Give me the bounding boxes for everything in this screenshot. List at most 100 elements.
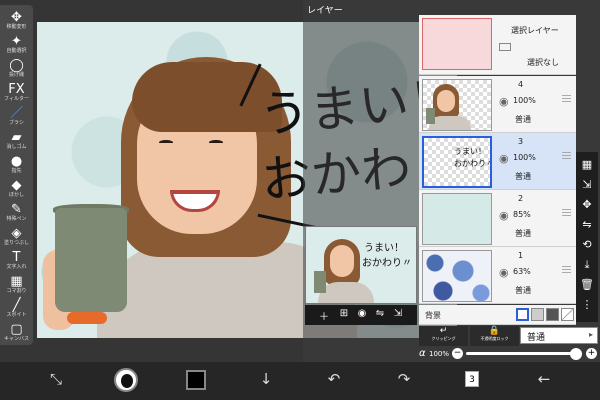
layer-merge-icon[interactable]: ⇲ bbox=[391, 308, 405, 319]
trash-icon[interactable]: 🗑 bbox=[576, 278, 598, 291]
eye-icon[interactable]: ◉ bbox=[499, 209, 509, 222]
tool-blur[interactable]: ◆ ぼかし bbox=[0, 179, 33, 198]
merge-down-icon[interactable]: ⤓ bbox=[576, 258, 598, 272]
drag-handle-icon[interactable] bbox=[562, 95, 571, 102]
brush-size-icon[interactable] bbox=[114, 368, 138, 392]
flip-icon[interactable]: ⇋ bbox=[576, 218, 598, 231]
blur-icon: ◆ bbox=[11, 178, 22, 193]
bg-dark-swatch[interactable] bbox=[546, 308, 559, 321]
transform-tool-icon[interactable]: ⤡ bbox=[44, 370, 68, 388]
alpha-minus-button[interactable]: − bbox=[452, 348, 463, 359]
tool-label: 投げ縄 bbox=[8, 72, 24, 78]
add-layer-icon[interactable]: ＋ bbox=[317, 308, 331, 323]
background-row[interactable]: 背景 bbox=[419, 305, 576, 325]
layer-flip-icon[interactable]: ⇋ bbox=[373, 308, 387, 319]
clipping-button[interactable]: ↵ クリッピング bbox=[419, 326, 468, 346]
layer-blend-mode: 普通 bbox=[515, 286, 531, 295]
eyedropper-icon: ╱ bbox=[12, 298, 21, 313]
layer-opacity: 100% bbox=[513, 153, 536, 162]
drag-handle-icon[interactable] bbox=[562, 209, 571, 216]
tool-smudge[interactable]: ● 指先 bbox=[0, 155, 33, 174]
tool-fill[interactable]: ◈ 塗りつぶし bbox=[0, 227, 33, 246]
canvas-wristband bbox=[67, 312, 107, 324]
layer-opacity: 85% bbox=[513, 210, 531, 219]
layer-thumbnail bbox=[422, 250, 492, 302]
selection-box-icon bbox=[499, 43, 511, 51]
blend-mode-value: 普通 bbox=[527, 333, 546, 343]
left-toolbar: ✥ 移動変形 ✦ 自動選択 ◯ 投げ縄 FX フィルター ／ブラシ ▰ 消しゴム ● 指先 ◆ ぼかし ✎ 特殊… bbox=[0, 5, 33, 345]
mini-preview: うまい！ おかわり〃 bbox=[305, 226, 417, 304]
eye-icon[interactable]: ◉ bbox=[499, 152, 509, 165]
tool-transform[interactable]: ✥ 移動変形 bbox=[0, 11, 33, 30]
canvas-icon: ▢ bbox=[10, 322, 23, 337]
add-layer-box-icon[interactable]: ⊞ bbox=[337, 308, 351, 319]
bg-checker-swatch[interactable] bbox=[531, 308, 544, 321]
move-icon[interactable]: ✥ bbox=[576, 198, 598, 211]
lock-icon: 🔒 bbox=[488, 326, 501, 336]
layers-count: 3 bbox=[469, 375, 475, 385]
fill-icon: ◈ bbox=[11, 226, 22, 241]
redo-icon[interactable]: ↷ bbox=[392, 370, 416, 388]
alpha-slider[interactable] bbox=[466, 348, 582, 360]
tool-brush[interactable]: ／ブラシ bbox=[0, 107, 33, 126]
selection-layer-row[interactable]: 選択レイヤー 選択なし bbox=[419, 15, 576, 75]
tool-label: 移動変形 bbox=[6, 24, 27, 30]
tool-label: ぼかし bbox=[8, 192, 24, 198]
eye-icon[interactable]: ◉ bbox=[499, 266, 509, 279]
download-icon[interactable]: ↓ bbox=[254, 370, 278, 388]
undo-icon[interactable]: ↶ bbox=[322, 370, 346, 388]
drag-handle-icon[interactable] bbox=[562, 152, 571, 159]
blend-mode-select[interactable]: 普通 ▸ bbox=[520, 327, 598, 344]
checker-icon[interactable]: ▦ bbox=[576, 158, 598, 171]
clipping-icon: ↵ bbox=[439, 326, 448, 336]
alpha-lock-button[interactable]: 🔒 不透明度ロック bbox=[470, 326, 519, 346]
layer-row-4[interactable]: 4 ◉ 100% 普通 bbox=[419, 76, 576, 133]
filter-icon: FX bbox=[8, 82, 25, 97]
bg-white-swatch[interactable] bbox=[516, 308, 529, 321]
layer-blend-mode: 普通 bbox=[515, 229, 531, 238]
chevron-right-icon: ▸ bbox=[588, 330, 593, 339]
layer-row-3[interactable]: うまい！ おかわり〃 3 ◉ 100% 普通 bbox=[419, 133, 576, 190]
layer-row-1[interactable]: 1 ◉ 63% 普通 bbox=[419, 247, 576, 304]
tool-frame[interactable]: ▦ コマ割り bbox=[0, 275, 33, 294]
tool-text[interactable]: T 文字入れ bbox=[0, 251, 33, 270]
bg-none-swatch[interactable] bbox=[561, 308, 574, 321]
tool-label: スポイト bbox=[6, 312, 27, 318]
layer-thumbnail bbox=[422, 193, 492, 245]
tool-label: フィルター bbox=[4, 96, 29, 102]
layer-thumbnail: うまい！ おかわり〃 bbox=[422, 136, 492, 188]
preview-text-line2: おかわり〃 bbox=[362, 258, 412, 269]
tool-eyedropper[interactable]: ╱ スポイト bbox=[0, 299, 33, 318]
camera-icon[interactable]: ◉ bbox=[355, 308, 369, 319]
rotate-icon[interactable]: ⟲ bbox=[576, 238, 598, 251]
tool-filter[interactable]: FX フィルター bbox=[0, 83, 33, 102]
tool-lasso[interactable]: ◯ 投げ縄 bbox=[0, 59, 33, 78]
alpha-slider-knob[interactable] bbox=[570, 348, 582, 360]
drag-handle-icon[interactable] bbox=[562, 266, 571, 273]
layers-count-button[interactable]: 3 bbox=[465, 371, 479, 387]
tool-eraser[interactable]: ▰ 消しゴム bbox=[0, 131, 33, 150]
background-label: 背景 bbox=[425, 311, 441, 320]
layer-thumbnail bbox=[422, 79, 492, 131]
color-swatch[interactable] bbox=[186, 370, 206, 390]
tool-canvas[interactable]: ▢ キャンバス bbox=[0, 323, 33, 342]
alpha-value: 100% bbox=[429, 350, 450, 358]
tool-label: キャンバス bbox=[3, 336, 29, 342]
tool-magic-wand[interactable]: ✦ 自動選択 bbox=[0, 35, 33, 54]
selection-layer-label: 選択レイヤー bbox=[511, 26, 559, 35]
layer-blend-mode: 普通 bbox=[515, 115, 531, 124]
more-icon[interactable]: ⋮ bbox=[576, 298, 598, 311]
layer-number: 4 bbox=[518, 80, 524, 89]
panel-title: レイヤー bbox=[307, 6, 343, 16]
alpha-plus-button[interactable]: + bbox=[586, 348, 597, 359]
eye-icon[interactable]: ◉ bbox=[499, 95, 509, 108]
merge-icon[interactable]: ⇲ bbox=[576, 178, 598, 191]
tool-special-pen[interactable]: ✎ 特殊ペン bbox=[0, 203, 33, 222]
layer-number: 3 bbox=[518, 137, 524, 146]
back-arrow-icon[interactable]: ← bbox=[532, 370, 556, 388]
bottom-toolbar: ⤡ ↓ ↶ ↷ 3 ← bbox=[0, 362, 600, 400]
brush-icon: ／ bbox=[9, 106, 23, 121]
tool-label: 塗りつぶし bbox=[3, 240, 30, 246]
special-pen-icon: ✎ bbox=[11, 202, 22, 217]
layer-row-2[interactable]: 2 ◉ 85% 普通 bbox=[419, 190, 576, 247]
